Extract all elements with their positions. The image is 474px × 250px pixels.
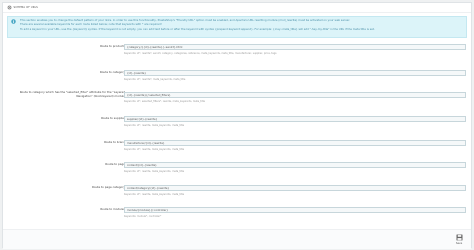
route-category-input[interactable] (124, 70, 466, 76)
route-products-input[interactable] (124, 44, 466, 50)
panel-heading: SCHEMA OF URLS (3, 3, 471, 13)
info-icon (11, 19, 16, 24)
route-help: Keywords: id*, rewrite, meta_keywords, m… (124, 123, 185, 127)
route-page-category-input[interactable] (124, 185, 466, 191)
route-row-products: Route to products Keywords: id*, rewrite… (3, 43, 473, 63)
route-row-category: Route to category Keywords: id*, rewrite… (3, 67, 473, 87)
route-layered-input[interactable] (124, 92, 466, 98)
route-label: Route to brand (104, 140, 125, 144)
alert-line: To add a keyword in your URL, use the {k… (20, 26, 375, 31)
route-help: Keywords: id*, rewrite, meta_keywords, m… (124, 147, 185, 151)
floppy-disk-icon (456, 234, 463, 241)
route-row-layered: Route to category which has the "selecte… (3, 90, 473, 110)
schema-of-urls-panel: SCHEMA OF URLS This section enables you … (2, 2, 473, 249)
route-row-modules: Route to modules Keywords: module*, cont… (3, 205, 473, 225)
route-row-page: Route to page Keywords: id*, rewrite, me… (3, 160, 473, 180)
route-label: Route to category which has the "selecte… (19, 90, 125, 98)
route-page-input[interactable] (124, 162, 466, 168)
route-row-brand: Route to brand Keywords: id*, rewrite, m… (3, 138, 473, 158)
route-modules-input[interactable] (124, 207, 466, 213)
route-row-page-category: Route to page category Keywords: id*, re… (3, 183, 473, 203)
route-help: Keywords: id*, rewrite, meta_keywords, m… (124, 169, 185, 173)
route-brand-input[interactable] (124, 140, 466, 146)
route-label: Route to supplier (101, 116, 125, 120)
cogs-icon (7, 5, 12, 10)
save-label: Save (455, 242, 463, 245)
route-label: Route to page category (92, 185, 125, 189)
info-alert: This section enables you to change the d… (7, 16, 467, 38)
route-help: Keywords: id*, rewrite, meta_keywords, m… (124, 192, 185, 196)
panel-title: SCHEMA OF URLS (13, 6, 38, 9)
route-help: Keywords: id*, selected_filters*, rewrit… (124, 99, 205, 103)
panel-footer: Save (3, 229, 471, 249)
route-label: Route to products (100, 44, 125, 48)
route-label: Route to modules (100, 207, 125, 211)
route-label: Route to page (105, 162, 125, 166)
route-help: Keywords: id*, rewrite*, meta_keywords, … (124, 77, 186, 81)
route-row-supplier: Route to supplier Keywords: id*, rewrite… (3, 115, 473, 135)
route-label: Route to category (99, 70, 125, 74)
route-help: Keywords: module*, controller* (124, 214, 162, 218)
route-supplier-input[interactable] (124, 116, 466, 122)
save-button[interactable]: Save (453, 233, 465, 246)
route-help: Keywords: id*, rewrite*, ean13, category… (124, 51, 277, 55)
